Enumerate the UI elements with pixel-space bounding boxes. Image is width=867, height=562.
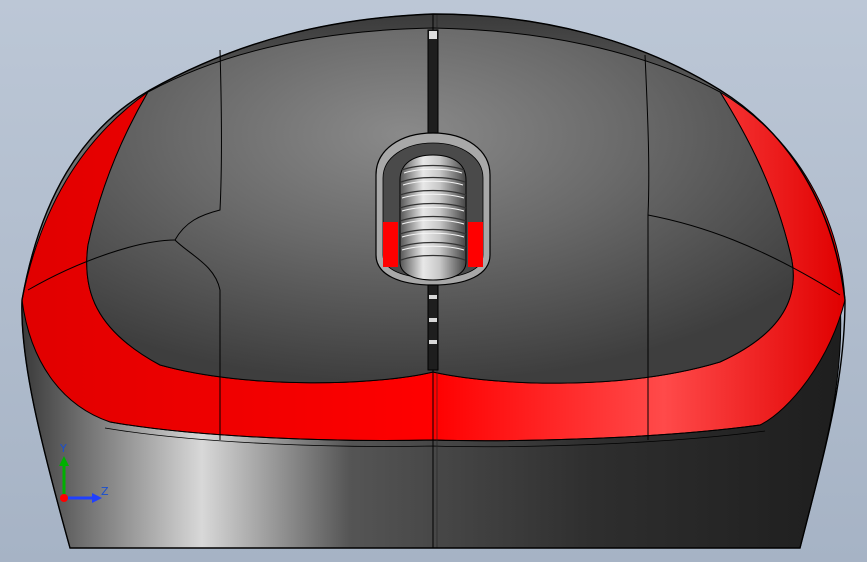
slot-notch-3 — [429, 340, 437, 344]
y-axis-arrowhead — [59, 456, 69, 466]
slot-notch-1 — [429, 295, 437, 299]
z-axis-label: Z — [101, 485, 109, 498]
y-axis-label: Y — [60, 442, 67, 455]
slot-notch-2 — [429, 318, 437, 322]
center-slot — [427, 29, 439, 141]
scroll-wheel[interactable] — [399, 154, 467, 281]
x-axis-dot — [60, 494, 68, 502]
wheel-well-red-left — [383, 222, 398, 267]
wheel-well-red-right — [468, 222, 483, 267]
coordinate-triad-icon: Y Z — [52, 440, 122, 510]
cad-3d-viewport[interactable]: Y Z — [0, 0, 867, 562]
center-slot-cap — [429, 31, 437, 39]
mouse-model[interactable] — [0, 0, 867, 562]
